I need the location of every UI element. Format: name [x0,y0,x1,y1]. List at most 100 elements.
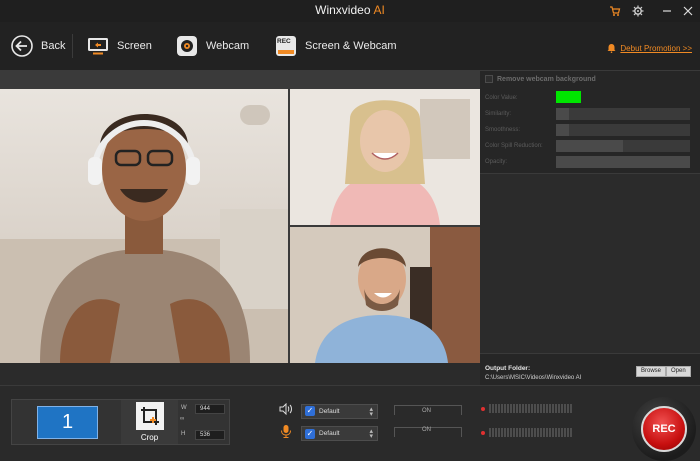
level-meter-segment [522,428,524,437]
level-meter-segment [510,428,512,437]
app-name: Winxvideo [315,3,371,17]
window-title: Winxvideo AI [0,3,700,17]
level-meter-segment [567,404,569,413]
output-folder-path: C:\Users\MSIC\Videos\Winxvideo AI [485,375,582,381]
level-meter-segment [531,404,533,413]
speaker-device-label: Default [319,407,340,415]
similarity-label: Similarity: [485,111,512,117]
level-meter-segment [552,428,554,437]
level-meter-segment [570,404,572,413]
level-meter-segment [519,428,521,437]
microphone-icon[interactable] [279,424,293,443]
color-spill-fill [556,140,623,152]
level-meter-segment [513,404,515,413]
toolbar-divider [72,34,73,58]
level-meter-segment [537,404,539,413]
level-meter-segment [501,404,503,413]
debut-promotion-link[interactable]: Debut Promotion >> [607,43,692,53]
opacity-slider[interactable] [556,156,690,168]
close-icon[interactable] [680,3,696,19]
height-input[interactable]: 536 [195,430,225,440]
chevron-updown-icon: ▴ ▾ [369,405,373,418]
level-meter-segment [501,428,503,437]
bottom-control-bar: 1 Crop W 944 ∞ H 536 ✓ Default ▴ ▾ ✓ Defa… [0,385,700,461]
webcam-mode-button[interactable]: Webcam [176,33,249,59]
width-label: W [181,405,187,411]
speaker-enable-checkbox[interactable]: ✓ [305,406,315,416]
level-meter-segment [555,404,557,413]
remove-background-option[interactable]: Remove webcam background [485,75,596,83]
screen-webcam-mode-label: Screen & Webcam [305,40,397,52]
level-meter-segment [534,428,536,437]
level-meter-segment [489,428,491,437]
preview-tile-top-right [290,89,480,225]
mic-state-label: ON [422,427,431,433]
webcam-settings-panel: Remove webcam background Color Value: Si… [480,71,700,174]
mic-level-meter [481,428,573,437]
height-label: H [181,431,186,437]
cart-icon[interactable] [607,3,623,19]
level-meter-segment [522,404,524,413]
level-meter-segment [492,404,494,413]
capture-region-panel: 1 Crop W 944 ∞ H 536 [11,399,230,445]
record-label: REC [641,406,687,452]
level-meter-segment [543,428,545,437]
level-meter-segment [489,404,491,413]
level-meter-segment [516,428,518,437]
screen-mode-button[interactable]: Screen [87,33,152,59]
level-meter-segment [549,428,551,437]
color-spill-slider[interactable] [556,140,690,152]
person-portrait-image [0,105,288,363]
color-value-label: Color Value: [485,95,518,101]
monitor-select-button[interactable]: 1 [37,406,98,439]
browse-button[interactable]: Browse [636,366,667,377]
similarity-slider[interactable] [556,108,690,120]
remove-background-label: Remove webcam background [497,75,596,83]
remove-background-checkbox[interactable] [485,75,493,83]
crop-label: Crop [140,433,159,442]
person-woman-image [290,89,480,225]
width-input[interactable]: 944 [195,404,225,414]
crop-button[interactable]: Crop [121,400,178,444]
minimize-icon[interactable] [659,3,675,19]
back-button[interactable]: Back [11,33,65,59]
opacity-fill [556,156,690,168]
link-dimensions-icon[interactable]: ∞ [180,416,184,422]
open-button[interactable]: Open [666,366,691,377]
back-arrow-icon [11,35,33,57]
record-button[interactable]: REC [632,397,696,461]
speaker-state-label: ON [422,408,431,414]
level-meter-segment [525,404,527,413]
debut-promotion-label: Debut Promotion >> [620,43,692,53]
level-meter-segment [495,404,497,413]
level-meter-segment [561,428,563,437]
screen-icon [87,36,109,56]
level-meter-segment [558,404,560,413]
level-meter-segment [528,428,530,437]
webcam-preview [0,71,480,363]
smoothness-slider[interactable] [556,124,690,136]
speaker-device-select[interactable]: ✓ Default ▴ ▾ [301,403,378,419]
settings-icon[interactable] [630,3,646,19]
level-meter-segment [513,428,515,437]
level-meter-segment [540,428,542,437]
level-indicator-dot [481,406,485,411]
color-spill-label: Color Spill Reduction: [485,143,543,149]
level-meter-segment [567,428,569,437]
mic-enable-checkbox[interactable]: ✓ [305,428,315,439]
preview-tile-bottom-right [290,227,480,363]
mic-device-select[interactable]: ✓ Default ▴ ▾ [301,426,378,441]
level-meter-segment [564,404,566,413]
opacity-label: Opacity: [485,159,508,165]
level-meter-segment [561,404,563,413]
output-folder-section: Output Folder: C:\Users\MSIC\Videos\Winx… [480,353,700,385]
level-meter-segment [528,404,530,413]
level-meter-segment [564,428,566,437]
smoothness-label: Smoothness: [485,127,521,133]
screen-webcam-mode-button[interactable]: Screen & Webcam [275,33,397,59]
level-meter-segment [525,428,527,437]
level-meter-segment [555,428,557,437]
color-value-swatch[interactable] [556,91,581,103]
mode-toolbar: Back Screen Webcam Screen & Webcam Debut… [0,22,700,71]
speaker-icon[interactable] [279,402,293,420]
